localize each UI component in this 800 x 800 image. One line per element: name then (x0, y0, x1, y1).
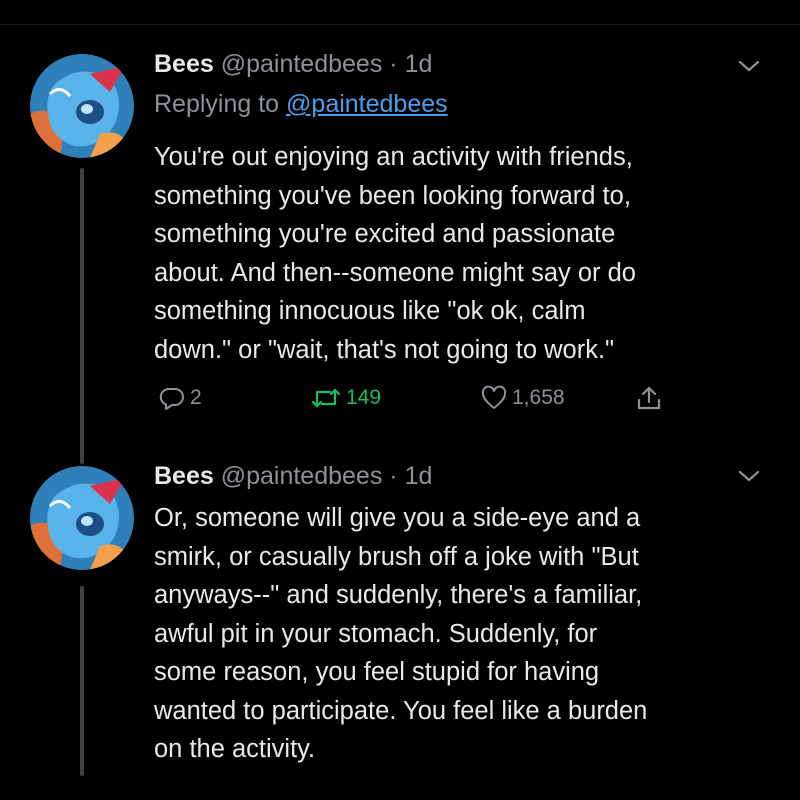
display-name[interactable]: Bees (154, 50, 214, 78)
share-button[interactable] (635, 380, 663, 416)
replying-to: Replying to @paintedbees (154, 86, 448, 122)
tweet-text-line: something you've been looking forward to… (154, 181, 631, 210)
separator-dot: · (389, 50, 398, 78)
tweet-text-line: You're out enjoying an activity with fri… (154, 143, 633, 171)
retweet-arrows-icon (311, 388, 341, 408)
chevron-down-icon[interactable] (737, 464, 761, 488)
separator-dot: · (389, 462, 398, 490)
avatar[interactable] (30, 54, 134, 158)
tweet-text: Or, someone will give you a side-eye and… (154, 499, 774, 769)
reply-button[interactable]: 2 (158, 380, 202, 416)
tweet-text-line: awful pit in your stomach. Suddenly, for (154, 619, 598, 648)
avatar[interactable] (30, 466, 134, 570)
tweet-text-line: something you're excited and passionate (154, 220, 616, 248)
avatar-image (30, 466, 134, 570)
reply-count: 2 (190, 386, 202, 409)
retweet-count: 149 (346, 386, 382, 409)
tweet-text-line: anyways--" and suddenly, there's a famil… (154, 581, 643, 609)
tweet-text: You're out enjoying an activity with fri… (154, 138, 774, 369)
speech-bubble-icon (159, 387, 184, 410)
tweet-text-line: smirk, or casually brush off a joke with… (154, 542, 639, 571)
like-count: 1,658 (512, 386, 565, 409)
tweet-text-line: some reason, you feel stupid for having (154, 658, 600, 686)
top-divider (0, 24, 800, 25)
timestamp[interactable]: 1d (405, 50, 433, 78)
avatar-image (30, 54, 134, 158)
replying-label: Replying to (154, 90, 280, 118)
tweet-text-line: Or, someone will give you a side-eye and… (154, 504, 641, 532)
retweet-button[interactable]: 149 (310, 380, 381, 416)
thread-connector (80, 586, 84, 776)
display-name[interactable]: Bees (154, 462, 214, 490)
user-handle[interactable]: @paintedbees (221, 462, 383, 490)
tweet-actions: 2 149 1,658 (150, 380, 710, 416)
timestamp[interactable]: 1d (405, 462, 433, 490)
tweet-text-line: wanted to participate. You feel like a b… (154, 696, 648, 725)
replying-handle-link[interactable]: @paintedbees (286, 90, 448, 118)
tweet-text-line: down." or "wait, that's not going to wor… (154, 335, 615, 364)
tweet-header: Bees @paintedbees · 1d (154, 458, 432, 494)
user-handle[interactable]: @paintedbees (221, 50, 383, 78)
tweet-text-line: something innocuous like "ok ok, calm (154, 297, 586, 325)
heart-icon (481, 385, 507, 409)
chevron-down-icon[interactable] (737, 54, 761, 78)
share-upload-icon (637, 386, 661, 410)
thread-connector (80, 168, 84, 464)
tweet-text-line: on the activity. (154, 735, 316, 763)
tweet-header: Bees @paintedbees · 1d (154, 46, 432, 82)
like-button[interactable]: 1,658 (480, 380, 565, 416)
tweet-text-line: about. And then--someone might say or do (154, 258, 636, 287)
